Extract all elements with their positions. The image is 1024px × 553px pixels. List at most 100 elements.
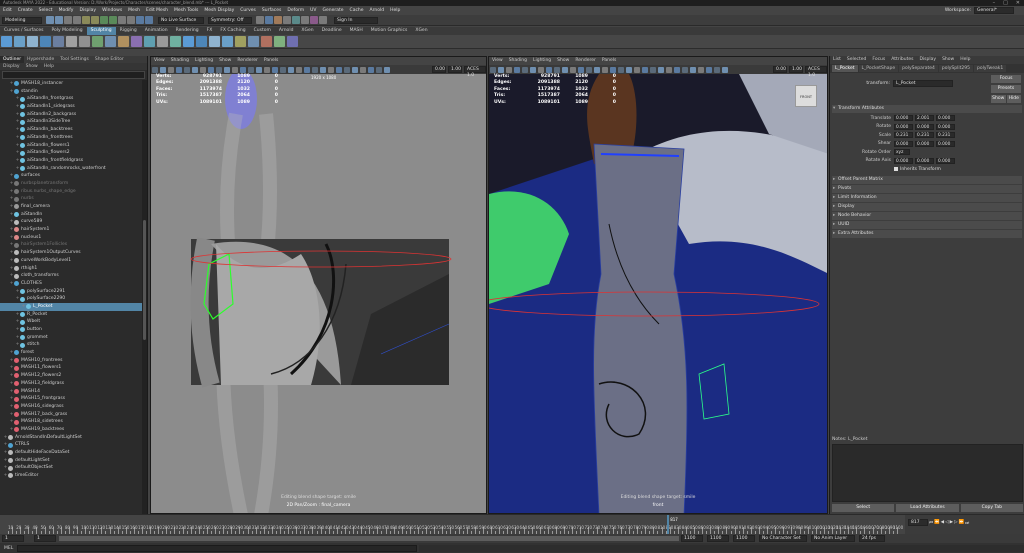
- transform-name-field[interactable]: L_Pocket: [893, 80, 953, 87]
- attr-field[interactable]: 0.000: [936, 140, 955, 147]
- menu-curves[interactable]: Curves: [237, 6, 259, 15]
- outliner-item[interactable]: + aiStandIn_flowers2: [0, 149, 142, 157]
- status-tool-icon[interactable]: [55, 16, 63, 24]
- attr-menu-attributes[interactable]: Attributes: [888, 56, 916, 64]
- menu-edit-mesh[interactable]: Edit Mesh: [143, 6, 171, 15]
- outliner-item[interactable]: + ribus.nurbs_shape_edge: [0, 188, 142, 196]
- end-time-field[interactable]: 1100: [707, 535, 729, 542]
- viewport-tool-icon[interactable]: [240, 66, 246, 73]
- status-tool-icon[interactable]: [91, 16, 99, 24]
- render-tool-icon[interactable]: [301, 16, 309, 24]
- menu-mesh[interactable]: Mesh: [125, 6, 143, 15]
- viewport-menu-shading[interactable]: Shading: [168, 57, 192, 65]
- shelf-tool-icon[interactable]: [105, 36, 116, 47]
- viewport-tool-icon[interactable]: [248, 66, 254, 73]
- outliner-item[interactable]: + timeEditor: [0, 472, 142, 480]
- shelf-tab-xgen[interactable]: XGen: [411, 27, 431, 35]
- outliner-item[interactable]: + aiStandIn1_sidegrass: [0, 103, 142, 111]
- menu-create[interactable]: Create: [15, 6, 36, 15]
- menu-set-dropdown[interactable]: Modeling: [2, 16, 42, 24]
- viewport-menu-panels[interactable]: Panels: [261, 57, 281, 65]
- shelf-tab-sculpting[interactable]: Sculpting: [86, 27, 116, 35]
- section-extra-attributes[interactable]: Extra Attributes: [832, 230, 1022, 238]
- anim-layer-dropdown[interactable]: No Anim Layer: [811, 535, 855, 542]
- exposure-field[interactable]: 0.00: [432, 66, 446, 73]
- attr-field[interactable]: 0.000: [915, 123, 934, 130]
- outliner-item[interactable]: + curve589: [0, 218, 142, 226]
- shelf-tool-icon[interactable]: [14, 36, 25, 47]
- shelf-tab-arnold[interactable]: Arnold: [275, 27, 298, 35]
- menu-windows[interactable]: Windows: [99, 6, 125, 15]
- shelf-tab-animation[interactable]: Animation: [141, 27, 172, 35]
- attr-field[interactable]: 2.001: [915, 115, 934, 121]
- outliner-item[interactable]: + ArnoldStandInDefaultLightSet: [0, 434, 142, 442]
- outliner-item[interactable]: + R_Pocket: [0, 311, 142, 319]
- attr-tab[interactable]: polySplit295: [938, 65, 973, 72]
- status-tool-icon[interactable]: [100, 16, 108, 24]
- viewport-tool-icon[interactable]: [288, 66, 294, 73]
- outliner-item[interactable]: + button: [0, 326, 142, 334]
- viewport-tool-icon[interactable]: [352, 66, 358, 73]
- attr-field[interactable]: 0.000: [894, 115, 913, 121]
- focus-button[interactable]: Focus: [991, 75, 1021, 83]
- attr-menu-show[interactable]: Show: [939, 56, 957, 64]
- outliner-item[interactable]: + aiStandIn: [0, 211, 142, 219]
- status-tool-icon[interactable]: [64, 16, 72, 24]
- attr-field[interactable]: 0.000: [915, 140, 934, 147]
- viewport-tool-icon[interactable]: [192, 66, 198, 73]
- viewport-tool-icon[interactable]: [546, 66, 552, 73]
- outliner-item[interactable]: + hairSystem1: [0, 226, 142, 234]
- attr-tab[interactable]: L_Pocket: [832, 65, 858, 72]
- shelf-tool-icon[interactable]: [1, 36, 12, 47]
- status-tool-icon[interactable]: [145, 16, 153, 24]
- viewport-menu-renderer[interactable]: Renderer: [572, 57, 599, 65]
- viewport-tool-icon[interactable]: [264, 66, 270, 73]
- transform-attributes-section[interactable]: Transform Attributes: [832, 105, 1022, 113]
- section-display[interactable]: Display: [832, 203, 1022, 211]
- outliner-item[interactable]: + MASH19_backtrees: [0, 426, 142, 434]
- section-limit-information[interactable]: Limit Information: [832, 194, 1022, 202]
- attr-menu-display[interactable]: Display: [916, 56, 939, 64]
- viewport-tool-icon[interactable]: [586, 66, 592, 73]
- shelf-tab-fx[interactable]: FX: [203, 27, 217, 35]
- hide-button[interactable]: Hide: [1006, 95, 1021, 103]
- playback-end-field[interactable]: 1100: [681, 535, 703, 542]
- viewport-tool-icon[interactable]: [554, 66, 560, 73]
- outliner-tab-outliner[interactable]: Outliner: [0, 56, 25, 63]
- sign-in-dropdown[interactable]: Sign In: [334, 16, 378, 24]
- shelf-tool-icon[interactable]: [27, 36, 38, 47]
- shelf-tab-xgen[interactable]: XGen: [297, 27, 317, 35]
- viewport-tool-icon[interactable]: [224, 66, 230, 73]
- viewport-tool-icon[interactable]: [368, 66, 374, 73]
- viewport-tool-icon[interactable]: [490, 66, 496, 73]
- section-uuid[interactable]: UUID: [832, 221, 1022, 229]
- attr-tab[interactable]: L_PocketShape: [858, 65, 899, 72]
- viewport-tool-icon[interactable]: [682, 66, 688, 73]
- outliner-tab-hypershade[interactable]: Hypershade: [24, 56, 57, 63]
- shelf-tool-icon[interactable]: [235, 36, 246, 47]
- viewport-left[interactable]: View Shading Lighting Show Renderer Panels 0.…: [150, 56, 487, 514]
- gamma-field[interactable]: 1.00: [448, 66, 462, 73]
- status-tool-icon[interactable]: [82, 16, 90, 24]
- attr-menu-list[interactable]: List: [830, 56, 844, 64]
- viewport-right[interactable]: View Shading Lighting Show Renderer Panels 0.…: [488, 56, 828, 514]
- menu-deform[interactable]: Deform: [284, 6, 307, 15]
- viewport-tool-icon[interactable]: [256, 66, 262, 73]
- viewport-tool-icon[interactable]: [538, 66, 544, 73]
- shelf-tool-icon[interactable]: [222, 36, 233, 47]
- menu-uv[interactable]: UV: [307, 6, 319, 15]
- render-tool-icon[interactable]: [283, 16, 291, 24]
- outliner-item[interactable]: + rthigh1: [0, 265, 142, 273]
- inherits-transform-checkbox[interactable]: [894, 167, 898, 171]
- workspace-dropdown[interactable]: General*: [974, 7, 1014, 14]
- outliner-item[interactable]: + nurbs: [0, 195, 142, 203]
- render-tool-icon[interactable]: [319, 16, 327, 24]
- shelf-tab-rigging[interactable]: Rigging: [116, 27, 141, 35]
- render-tool-icon[interactable]: [292, 16, 300, 24]
- outliner-item[interactable]: + aiStandIn_frontgrass: [0, 95, 142, 103]
- attr-menu-selected[interactable]: Selected: [844, 56, 870, 64]
- notes-textarea[interactable]: [832, 444, 1023, 502]
- outliner-item[interactable]: + defaultLightSet: [0, 457, 142, 465]
- outliner-item[interactable]: + aiStandIn_randomrocks_waterfront: [0, 165, 142, 173]
- outliner-item[interactable]: + Wbelt: [0, 318, 142, 326]
